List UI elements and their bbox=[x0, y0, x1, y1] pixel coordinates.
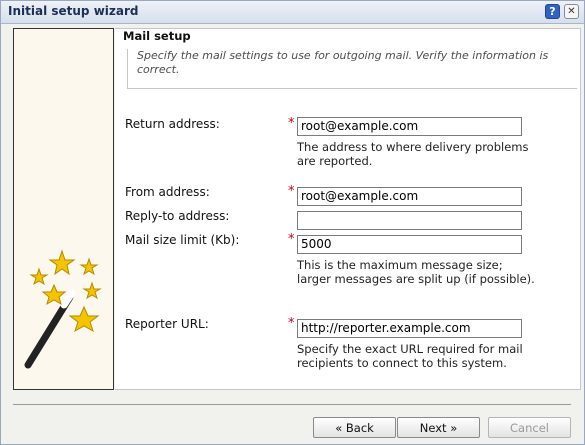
description-divider bbox=[127, 88, 577, 89]
section-heading: Mail setup bbox=[123, 29, 191, 43]
heading-divider bbox=[127, 49, 128, 89]
wizard-side-panel bbox=[13, 28, 114, 390]
required-mark: * bbox=[288, 232, 295, 247]
from-address-input[interactable]: root@example.com bbox=[297, 187, 522, 206]
required-mark: * bbox=[288, 184, 295, 199]
reporter-url-label: Reporter URL: bbox=[125, 317, 209, 331]
section-description: Specify the mail settings to use for out… bbox=[137, 49, 549, 76]
return-address-help: The address to where delivery problems a… bbox=[297, 140, 529, 168]
reporter-url-input[interactable]: http://reporter.example.com bbox=[297, 319, 522, 338]
mail-size-input[interactable]: 5000 bbox=[297, 235, 522, 254]
wizard-window: Initial setup wizard ? ✕ Mail setup Spec… bbox=[0, 0, 585, 445]
return-address-input[interactable]: root@example.com bbox=[297, 117, 522, 136]
content-panel: Mail setup Specify the mail settings to … bbox=[115, 28, 581, 390]
next-button[interactable]: Next » bbox=[397, 417, 480, 438]
cancel-button[interactable]: Cancel bbox=[488, 417, 571, 438]
mail-size-help: This is the maximum message size; larger… bbox=[297, 258, 535, 286]
return-address-label: Return address: bbox=[125, 117, 220, 131]
footer-divider bbox=[13, 404, 571, 405]
reply-to-label: Reply-to address: bbox=[125, 209, 230, 223]
reporter-url-help: Specify the exact URL required for mail … bbox=[297, 342, 523, 370]
back-button[interactable]: « Back bbox=[313, 417, 396, 438]
required-mark: * bbox=[288, 316, 295, 331]
mail-size-label: Mail size limit (Kb): bbox=[125, 233, 240, 247]
window-title: Initial setup wizard bbox=[8, 4, 139, 18]
close-icon[interactable]: ✕ bbox=[564, 4, 579, 19]
title-bar: Initial setup wizard ? ✕ bbox=[1, 1, 584, 24]
help-icon[interactable]: ? bbox=[545, 4, 560, 19]
reply-to-input[interactable] bbox=[297, 211, 522, 230]
from-address-label: From address: bbox=[125, 185, 210, 199]
magic-wand-icon bbox=[24, 249, 102, 369]
required-mark: * bbox=[288, 116, 295, 131]
